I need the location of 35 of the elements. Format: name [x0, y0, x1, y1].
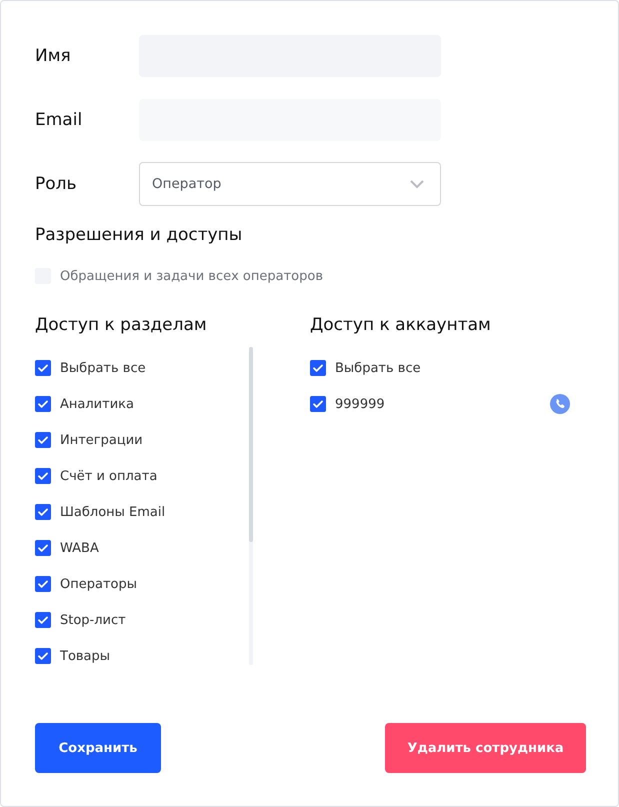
checkbox-label: Обращения и задачи всех операторов [60, 268, 323, 284]
checkbox[interactable] [310, 396, 326, 412]
checkbox[interactable] [35, 540, 51, 556]
field-label: Имя [35, 46, 72, 66]
checkbox[interactable] [35, 432, 51, 448]
checkbox-label: Счёт и оплата [60, 468, 158, 484]
chevron-down-icon [410, 180, 424, 188]
checkbox-label: Выбрать все [335, 360, 421, 376]
checkbox-label: 999999 [335, 396, 385, 412]
checkbox-label: Товары [60, 648, 110, 664]
phone-icon [550, 394, 570, 414]
checkbox-label: Выбрать все [60, 360, 146, 376]
checkbox[interactable] [35, 396, 51, 412]
field-label: Роль [35, 174, 78, 194]
checkbox[interactable] [35, 360, 51, 376]
delete-button[interactable]: Удалить сотрудника [385, 723, 586, 773]
checkbox-label: Аналитика [60, 396, 134, 412]
checkbox-label: WABA [60, 540, 99, 556]
checkbox-label: Операторы [60, 576, 137, 592]
checkbox[interactable] [35, 576, 51, 592]
checkbox-label: Stop-лист [60, 612, 126, 628]
checkbox-label: Интеграции [60, 432, 143, 448]
scrollbar[interactable] [249, 347, 253, 665]
checkbox[interactable] [310, 360, 326, 376]
section-heading: Разрешения и доступы [35, 225, 244, 245]
checkbox[interactable] [35, 648, 51, 664]
role-dropdown[interactable]: Оператор [139, 162, 441, 206]
save-button[interactable]: Сохранить [35, 723, 161, 773]
field-label: Email [35, 110, 84, 130]
checkbox[interactable] [35, 504, 51, 520]
checkbox[interactable] [35, 468, 51, 484]
column-heading: Доступ к разделам [35, 315, 208, 335]
column-heading: Доступ к аккаунтам [310, 315, 492, 335]
checkbox-label: Шаблоны Email [60, 504, 166, 520]
checkbox[interactable] [35, 612, 51, 628]
